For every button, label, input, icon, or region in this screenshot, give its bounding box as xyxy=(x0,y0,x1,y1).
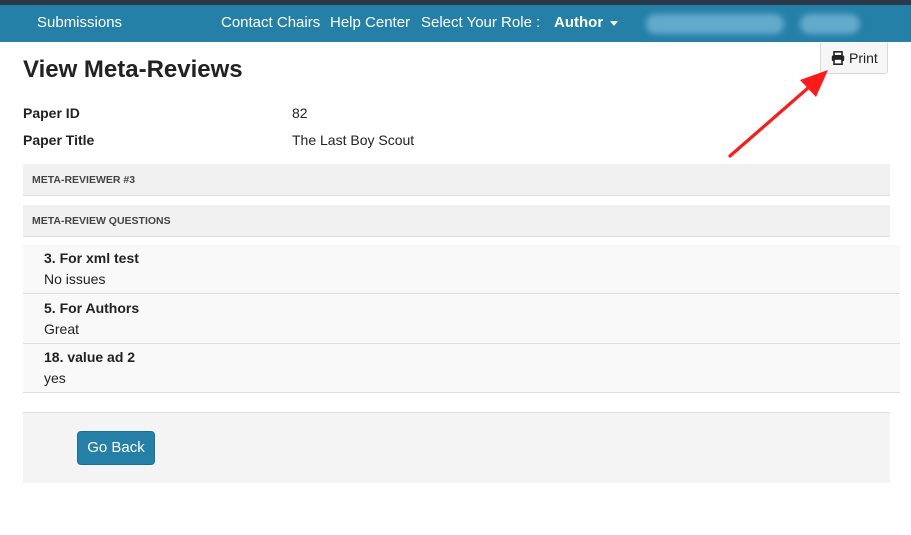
role-value: Author xyxy=(554,14,604,31)
paper-title-value: The Last Boy Scout xyxy=(292,132,415,148)
answer-text: yes xyxy=(44,370,66,386)
nav-help-center[interactable]: Help Center xyxy=(330,5,410,42)
qa-item: 5. For Authors Great xyxy=(23,295,900,344)
question-text: 5. For Authors xyxy=(44,300,140,316)
answer-text: No issues xyxy=(44,271,106,287)
meta-reviewer-header: META-REVIEWER #3 xyxy=(23,164,890,196)
nav-submissions[interactable]: Submissions xyxy=(37,5,122,42)
go-back-button[interactable]: Go Back xyxy=(77,431,155,465)
role-dropdown[interactable]: Author xyxy=(554,5,619,42)
nav-role-label: Select Your Role : xyxy=(421,14,541,31)
answer-text: Great xyxy=(44,321,80,337)
question-text: 3. For xml test xyxy=(44,250,139,266)
footer-panel: Go Back xyxy=(23,412,890,483)
page-title: View Meta-Reviews xyxy=(23,56,243,83)
nav-contact-chairs[interactable]: Contact Chairs xyxy=(221,5,320,42)
qa-item: 3. For xml test No issues xyxy=(23,245,900,294)
paper-title-label: Paper Title xyxy=(23,132,95,148)
qa-item: 18. value ad 2 yes xyxy=(23,344,900,393)
paper-id-label: Paper ID xyxy=(23,105,80,121)
print-label: Print xyxy=(849,50,878,66)
question-text: 18. value ad 2 xyxy=(44,349,136,365)
printer-icon xyxy=(831,51,845,65)
meta-review-questions-header: META-REVIEW QUESTIONS xyxy=(23,205,890,237)
caret-down-icon xyxy=(610,20,619,26)
paper-id-value: 82 xyxy=(292,105,308,121)
blurred-user-name[interactable] xyxy=(646,14,784,34)
print-button[interactable]: Print xyxy=(820,43,888,74)
blurred-user-menu[interactable] xyxy=(800,14,860,34)
top-navbar: Submissions Contact Chairs Help Center S… xyxy=(0,5,911,42)
